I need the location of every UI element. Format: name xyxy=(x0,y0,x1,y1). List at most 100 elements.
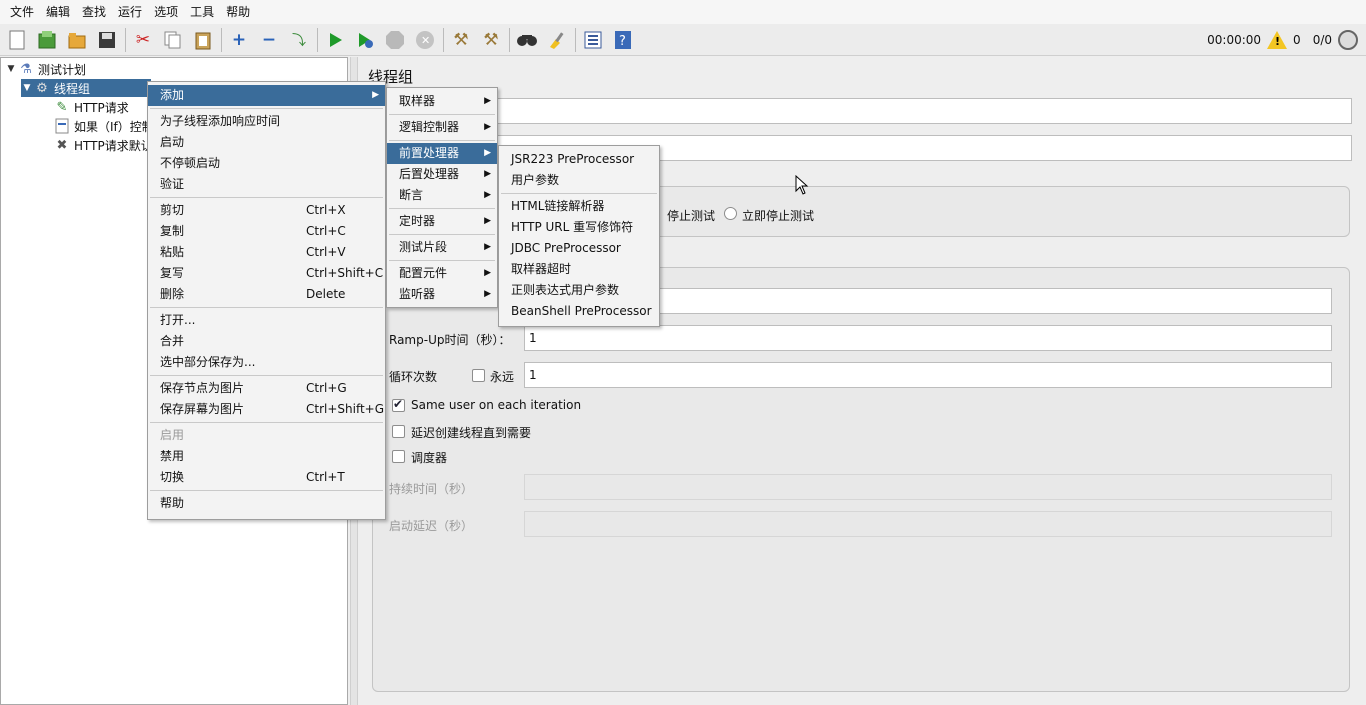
collapse-icon[interactable]: − xyxy=(256,27,282,53)
submenu-item-timer[interactable]: 定时器 ▶ xyxy=(387,211,497,232)
menu-item-add-think-time[interactable]: 为子线程添加响应时间 xyxy=(148,111,385,132)
scheduler-checkbox[interactable] xyxy=(392,450,405,463)
copy-icon[interactable] xyxy=(160,27,186,53)
menu-item-open[interactable]: 打开... xyxy=(148,310,385,331)
function-helper-icon[interactable] xyxy=(580,27,606,53)
tree-item-http-defaults[interactable]: ✖ HTTP请求默认 xyxy=(53,136,153,154)
menu-item-start[interactable]: 启动 xyxy=(148,132,385,153)
menu-item-label: 保存屏幕为图片 xyxy=(160,402,245,416)
stop-now-radio[interactable] xyxy=(724,207,737,220)
tree-item-test-plan[interactable]: ▼ ⚗ 测试计划 xyxy=(5,60,86,78)
submenu-item-assertion[interactable]: 断言 ▶ xyxy=(387,185,497,206)
toggle-icon[interactable]: ⤵ xyxy=(286,27,312,53)
menubar: 文件 编辑 查找 运行 选项 工具 帮助 xyxy=(0,0,1366,24)
menu-separator xyxy=(150,375,383,376)
submenu-arrow-icon: ▶ xyxy=(484,268,491,278)
menu-item-delete[interactable]: 删除 Delete xyxy=(148,284,385,305)
submenu-item-pre-processor[interactable]: 前置处理器 ▶ xyxy=(387,143,497,164)
forever-label: 永远 xyxy=(490,370,515,384)
submenu-item-beanshell[interactable]: BeanShell PreProcessor xyxy=(499,301,659,322)
start-icon[interactable] xyxy=(322,27,348,53)
menu-item-label: 断言 xyxy=(399,188,424,202)
submenu-item-jsr223[interactable]: JSR223 PreProcessor xyxy=(499,149,659,170)
forever-checkbox[interactable] xyxy=(472,369,485,382)
submenu-item-regex-user-params[interactable]: 正则表达式用户参数 xyxy=(499,280,659,301)
scheduler-label: 调度器 xyxy=(411,451,448,465)
stop-icon[interactable] xyxy=(382,27,408,53)
search-icon[interactable] xyxy=(514,27,540,53)
toolbar-separator xyxy=(125,27,126,52)
same-user-label: Same user on each iteration xyxy=(411,398,582,412)
menu-item-label: 保存节点为图片 xyxy=(160,381,245,395)
menu-item-merge[interactable]: 合并 xyxy=(148,331,385,352)
menu-item-add[interactable]: 添加 ▶ xyxy=(148,85,385,106)
menu-item-paste[interactable]: 粘贴 Ctrl+V xyxy=(148,242,385,263)
tree-item-if-controller[interactable]: 如果（If）控制 xyxy=(53,117,154,135)
templates-icon[interactable] xyxy=(34,27,60,53)
menu-help[interactable]: 帮助 xyxy=(220,0,256,24)
save-icon[interactable] xyxy=(94,27,120,53)
tree-item-thread-group[interactable]: ▼ ⚙ 线程组 xyxy=(21,79,151,97)
paste-icon[interactable] xyxy=(190,27,216,53)
menu-search[interactable]: 查找 xyxy=(76,0,112,24)
menu-options[interactable]: 选项 xyxy=(148,0,184,24)
delay-thread-checkbox[interactable] xyxy=(392,425,405,438)
shortcut-label: Ctrl+Shift+C xyxy=(306,266,384,280)
shortcut-label: Ctrl+X xyxy=(306,203,346,217)
start-no-pause-icon[interactable] xyxy=(352,27,378,53)
menu-item-disable[interactable]: 禁用 xyxy=(148,446,385,467)
loop-count-field[interactable]: 1 xyxy=(524,362,1332,388)
menu-item-start-no-pause[interactable]: 不停顿启动 xyxy=(148,153,385,174)
submenu-item-test-fragment[interactable]: 测试片段 ▶ xyxy=(387,237,497,258)
warning-icon[interactable] xyxy=(1267,31,1288,49)
clear-all-icon[interactable]: ⚒ xyxy=(478,27,504,53)
menu-item-toggle[interactable]: 切换 Ctrl+T xyxy=(148,467,385,488)
delay-thread-label: 延迟创建线程直到需要 xyxy=(411,426,532,440)
menu-item-cut[interactable]: 剪切 Ctrl+X xyxy=(148,200,385,221)
submenu-item-logic-controller[interactable]: 逻辑控制器 ▶ xyxy=(387,117,497,138)
submenu-item-listener[interactable]: 监听器 ▶ xyxy=(387,284,497,305)
submenu-item-jdbc[interactable]: JDBC PreProcessor xyxy=(499,238,659,259)
submenu-item-post-processor[interactable]: 后置处理器 ▶ xyxy=(387,164,497,185)
controller-icon xyxy=(53,118,71,134)
shortcut-label: Ctrl+Shift+G xyxy=(306,402,385,416)
shortcut-label: Ctrl+G xyxy=(306,381,347,395)
new-icon[interactable] xyxy=(4,27,30,53)
submenu-item-html-link-parser[interactable]: HTML链接解析器 xyxy=(499,196,659,217)
reset-search-icon[interactable] xyxy=(544,27,570,53)
submenu-item-url-rewrite[interactable]: HTTP URL 重写修饰符 xyxy=(499,217,659,238)
menu-tools[interactable]: 工具 xyxy=(184,0,220,24)
menu-item-duplicate[interactable]: 复写 Ctrl+Shift+C xyxy=(148,263,385,284)
test-plan-icon: ⚗ xyxy=(20,61,32,77)
expand-icon[interactable]: + xyxy=(226,27,252,53)
expand-arrow-icon[interactable]: ▼ xyxy=(21,83,33,93)
menu-item-copy[interactable]: 复制 Ctrl+C xyxy=(148,221,385,242)
expand-arrow-icon[interactable]: ▼ xyxy=(5,64,17,74)
menu-item-help[interactable]: 帮助 xyxy=(148,493,385,514)
menu-run[interactable]: 运行 xyxy=(112,0,148,24)
open-icon[interactable] xyxy=(64,27,90,53)
menu-item-save-screen-image[interactable]: 保存屏幕为图片 Ctrl+Shift+G xyxy=(148,399,385,420)
name-field[interactable] xyxy=(470,98,1352,124)
submenu-item-config-element[interactable]: 配置元件 ▶ xyxy=(387,263,497,284)
svg-text:✕: ✕ xyxy=(421,34,430,47)
menu-item-save-as[interactable]: 选中部分保存为... xyxy=(148,352,385,373)
tree-item-http-request[interactable]: ✎ HTTP请求 xyxy=(53,98,129,116)
menu-item-label: 粘贴 xyxy=(160,245,185,259)
submenu-item-sampler[interactable]: 取样器 ▶ xyxy=(387,91,497,112)
help-icon[interactable]: ? xyxy=(610,27,636,53)
submenu-item-sampler-timeout[interactable]: 取样器超时 xyxy=(499,259,659,280)
menu-item-label: 删除 xyxy=(160,287,185,301)
clear-icon[interactable]: ⚒ xyxy=(448,27,474,53)
menu-separator xyxy=(389,260,495,261)
menu-item-save-node-image[interactable]: 保存节点为图片 Ctrl+G xyxy=(148,378,385,399)
rampup-field[interactable]: 1 xyxy=(524,325,1332,351)
same-user-checkbox[interactable] xyxy=(392,397,405,412)
cut-icon[interactable]: ✂ xyxy=(130,27,156,53)
menu-file[interactable]: 文件 xyxy=(4,0,40,24)
menu-item-validate[interactable]: 验证 xyxy=(148,174,385,195)
elapsed-timer: 00:00:00 xyxy=(1207,33,1262,47)
menu-edit[interactable]: 编辑 xyxy=(40,0,76,24)
shutdown-icon[interactable]: ✕ xyxy=(412,27,438,53)
submenu-item-user-params[interactable]: 用户参数 xyxy=(499,170,659,191)
